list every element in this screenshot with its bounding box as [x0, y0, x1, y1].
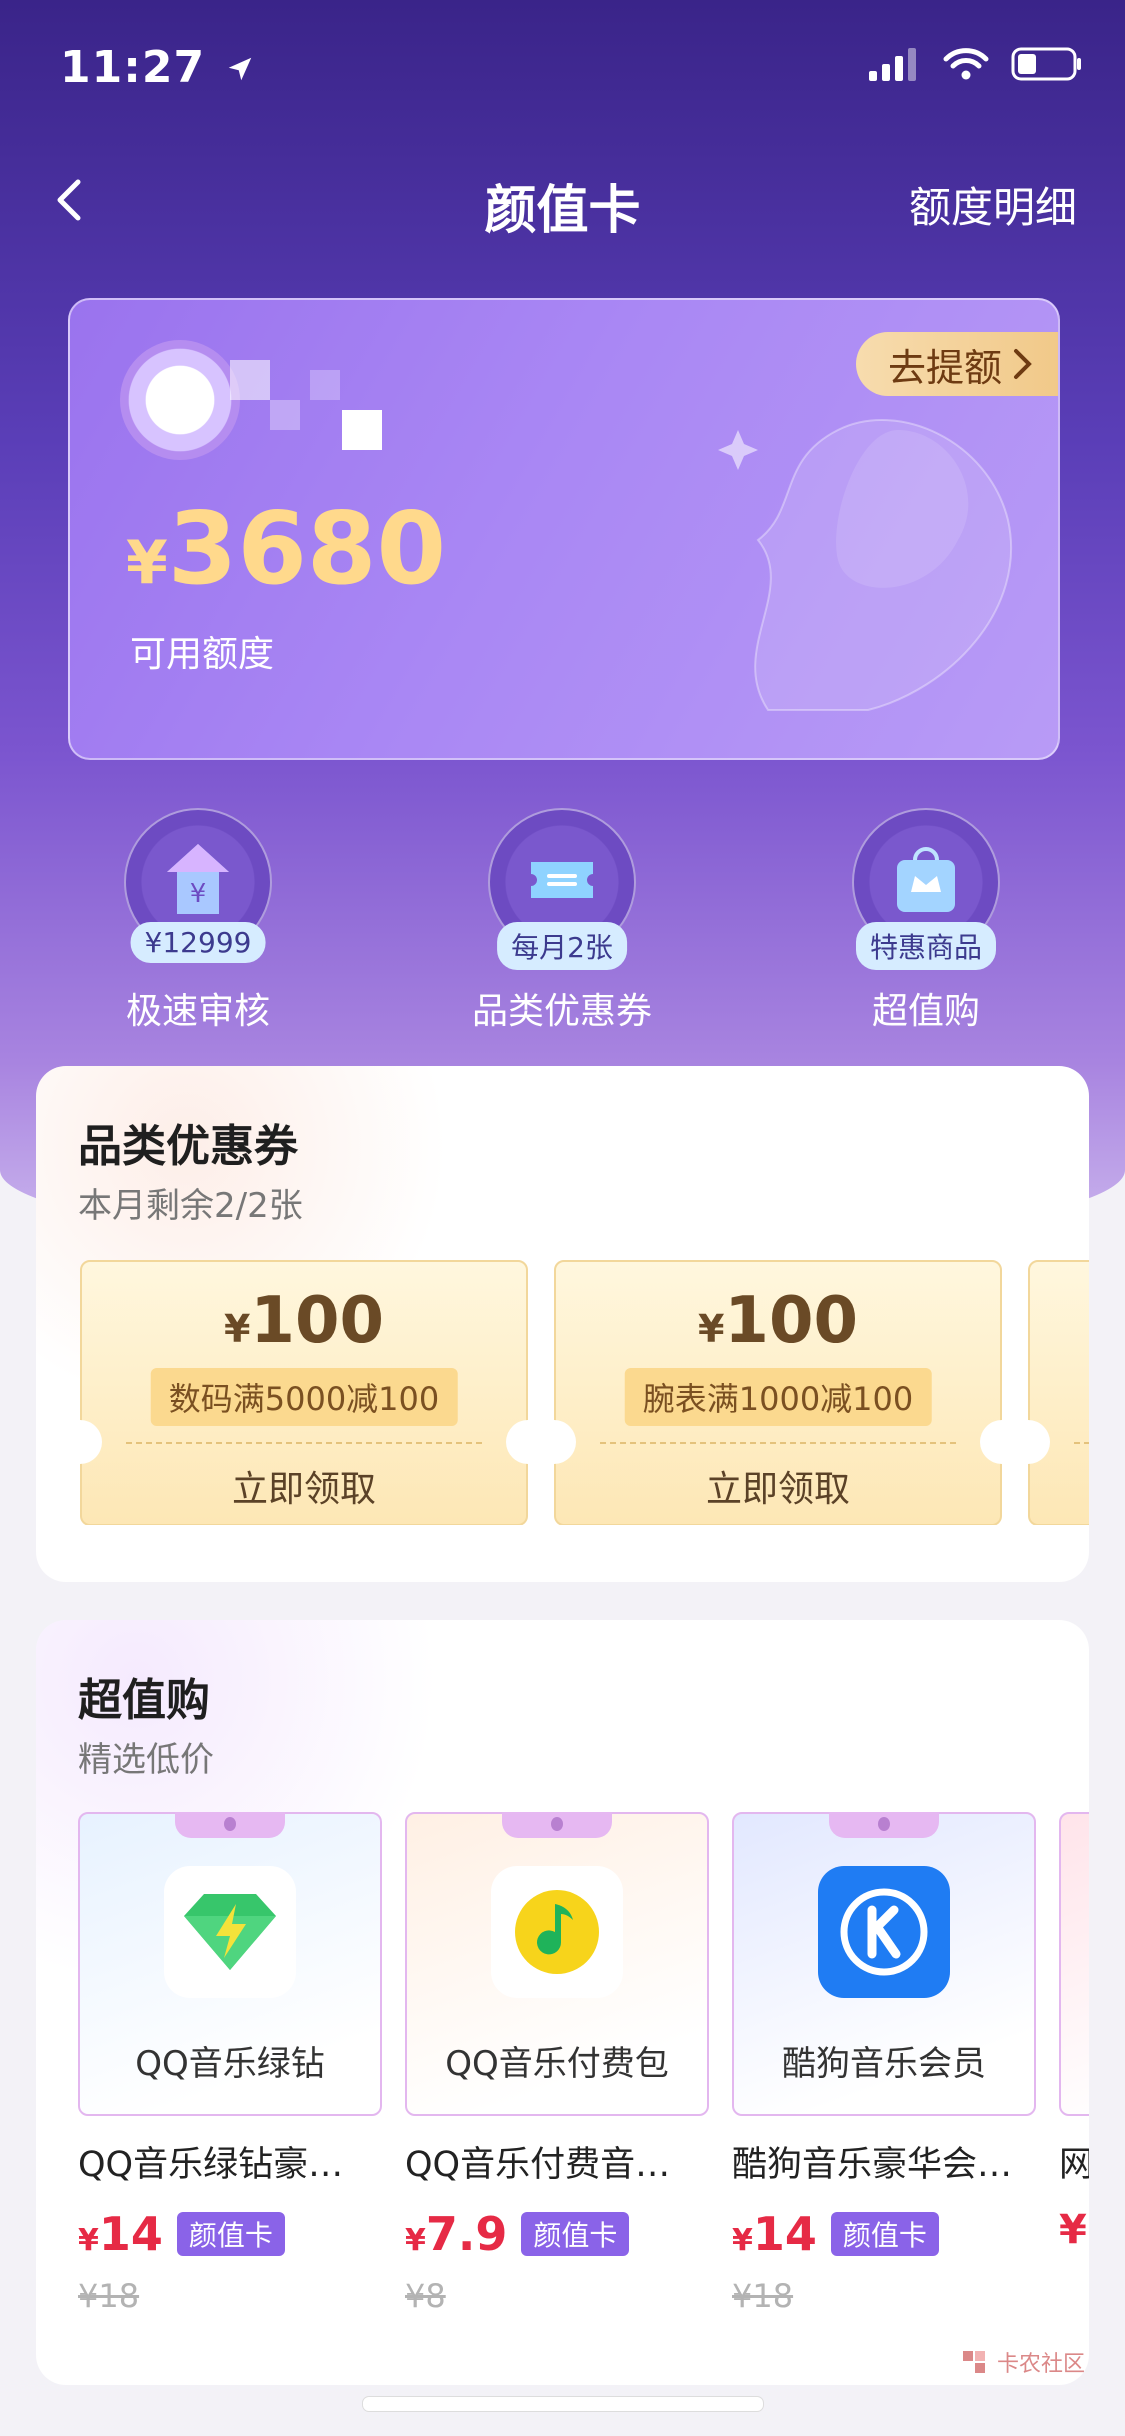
coupon-card[interactable]: ¥100 腕表满1000减100 立即领取: [532, 1260, 1024, 1525]
quota-detail-link[interactable]: 额度明细: [909, 174, 1077, 235]
wifi-icon: [943, 48, 989, 80]
sale-price: ¥7.9: [405, 2207, 508, 2261]
ticket-icon: [531, 862, 593, 898]
watermark: 卡农社区: [959, 2346, 1085, 2378]
feature-label: 超值购: [871, 991, 980, 1032]
product-name: QQ音乐绿钻: [135, 2044, 325, 2084]
kugou-k-icon: [840, 1888, 928, 1976]
coupon-list[interactable]: ¥100 数码满5000减100 立即领取 ¥100 腕表满1000减100 立…: [80, 1260, 1089, 1525]
coupon-value: ¥100: [223, 1284, 385, 1358]
house-yuan-icon: ¥: [167, 844, 229, 914]
avatar: [120, 340, 240, 460]
product-desc: 酷狗音乐豪华会员月卡: [732, 2145, 1032, 2185]
coupon-value: ¥100: [697, 1284, 859, 1358]
coupon-condition: 腕表满1000减100: [624, 1368, 932, 1426]
forum-logo-icon: [962, 2351, 985, 2373]
qq-music-note-icon: [515, 1890, 599, 1974]
product-desc: QQ音乐绿钻豪华版月卡会员: [78, 2145, 378, 2185]
signal-icon: [869, 48, 916, 81]
amount-label: 可用额度: [130, 634, 275, 675]
product-desc: 网: [1059, 2136, 1089, 2187]
product-item[interactable]: 酷狗音乐会员 酷狗音乐豪华会员月卡 ¥14 颜值卡 ¥18: [732, 1812, 1036, 2315]
original-price: ¥8: [405, 2277, 446, 2315]
card-tag: 颜值卡: [830, 2212, 939, 2256]
feature-row: ¥ ¥12999 极速审核 每月2张 品类优惠券 特惠商品 超值购: [0, 808, 1125, 1038]
nav-bar: 颜值卡 额度明细: [0, 150, 1125, 250]
feature-label: 品类优惠券: [471, 991, 652, 1032]
chevron-right-icon: [1014, 349, 1032, 379]
claim-button[interactable]: 立即领取: [556, 1460, 1000, 1512]
product-item-partial[interactable]: 网 ¥1: [1059, 1812, 1089, 2253]
coupon-card-partial[interactable]: [1006, 1260, 1089, 1525]
raise-limit-button[interactable]: 去提额: [855, 332, 1058, 396]
feature-fast-review[interactable]: ¥ ¥12999 极速审核: [78, 808, 318, 1034]
status-bar: 11:27: [0, 0, 1125, 130]
product-list[interactable]: QQ音乐绿钻 QQ音乐绿钻豪华版月卡会员 ¥14 颜值卡 ¥18 QQ音乐付费包: [78, 1812, 1089, 2352]
product-item[interactable]: QQ音乐绿钻 QQ音乐绿钻豪华版月卡会员 ¥14 颜值卡 ¥18: [78, 1812, 382, 2315]
sale-price: ¥14: [78, 2207, 163, 2261]
product-item[interactable]: QQ音乐付费包 QQ音乐付费音乐包月卡 ¥7.9 颜值卡 ¥8: [405, 1812, 709, 2315]
coupon-condition: 数码满5000减100: [150, 1368, 458, 1426]
product-name: QQ音乐付费包: [445, 2044, 669, 2084]
product-desc: QQ音乐付费音乐包月卡: [405, 2145, 705, 2185]
feature-label: 极速审核: [125, 991, 270, 1032]
location-arrow-icon: [229, 57, 252, 81]
svg-text:¥: ¥: [190, 879, 207, 909]
status-time: 11:27: [60, 42, 255, 93]
section-title: 品类优惠券: [78, 1121, 298, 1172]
feature-value-buy[interactable]: 特惠商品 超值购: [806, 808, 1046, 1034]
available-amount: ¥3680: [126, 490, 447, 607]
original-price: ¥18: [78, 2277, 140, 2315]
product-name: 酷狗音乐会员: [782, 2044, 986, 2084]
sale-price: ¥14: [732, 2207, 817, 2261]
original-price: ¥18: [732, 2277, 794, 2315]
crown-bag-icon: [897, 847, 955, 912]
card-tag: 颜值卡: [176, 2212, 285, 2256]
coupon-card[interactable]: ¥100 数码满5000减100 立即领取: [80, 1260, 550, 1525]
coupon-section: 品类优惠券 本月剩余2/2张 ¥100 数码满5000减100 立即领取 ¥10…: [36, 1066, 1089, 1582]
home-indicator[interactable]: [362, 2396, 764, 2412]
section-title: 超值购: [78, 1675, 210, 1726]
masked-username: [230, 360, 270, 400]
value-buy-section: 超值购 精选低价 QQ音乐绿钻 QQ音乐绿钻豪华版月卡会员 ¥14 颜值卡 ¥1…: [36, 1620, 1089, 2385]
sale-price: ¥1: [1059, 2207, 1089, 2253]
feature-badge: ¥12999: [130, 922, 266, 963]
feature-category-coupon[interactable]: 每月2张 品类优惠券: [442, 808, 682, 1034]
section-subtitle: 精选低价: [78, 1740, 214, 1780]
quota-card: 去提额 ¥3680 可用额度: [68, 298, 1060, 760]
card-tag: 颜值卡: [521, 2212, 630, 2256]
claim-button[interactable]: 立即领取: [82, 1460, 526, 1512]
green-diamond-icon: [184, 1894, 276, 1970]
battery-icon: [1011, 47, 1081, 81]
status-icons: [869, 46, 1083, 82]
card-face-decoration: [718, 419, 1013, 711]
section-subtitle: 本月剩余2/2张: [78, 1186, 303, 1226]
feature-badge: 每月2张: [497, 922, 627, 970]
feature-badge: 特惠商品: [855, 922, 997, 970]
